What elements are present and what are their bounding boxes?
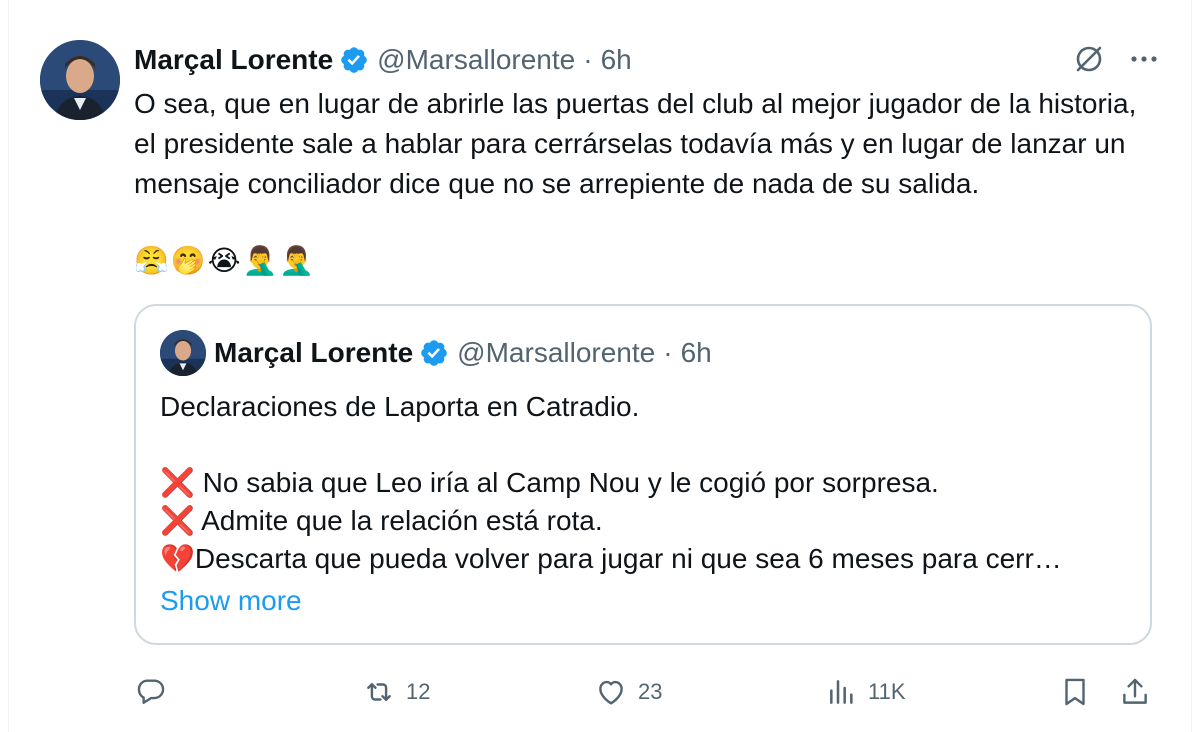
avatar-photo [40,40,120,120]
retweet-button[interactable]: 12 [362,670,430,714]
bookmark-icon [1065,678,1085,706]
quoted-timestamp: 6h [680,337,712,368]
views-button[interactable]: 11K [826,670,906,714]
quoted-author-name: Marçal Lorente [214,337,414,368]
quoted-line-1: Declaraciones de Laporta en Catradio. [160,391,640,422]
quoted-tweet-text: Declaraciones de Laporta en Catradio. ❌ … [160,388,1130,578]
reply-icon [137,679,165,704]
quoted-line-2: ❌ No sabia que Leo iría al Camp Nou y le… [160,467,939,498]
separator-dot: · [583,44,593,75]
author-handle[interactable]: @Marsallorente [377,44,575,76]
quoted-line-3: ❌ Admite que la relación está rota. [160,505,603,536]
bookmark-button[interactable] [1058,670,1092,714]
like-count: 23 [638,679,663,704]
heart-icon [599,680,623,705]
retweet-count: 12 [406,679,431,704]
like-button[interactable]: 23 [594,670,662,714]
author-avatar[interactable] [40,40,120,120]
views-chart-icon [830,680,853,704]
verified-badge-icon [339,45,369,75]
tweet-action-bar: 12 23 11K [0,670,1184,714]
quoted-line-4: 💔Descarta que pueda volver para jugar ni… [160,543,1062,574]
slash-circle-icon[interactable] [1072,42,1106,76]
views-count: 11K [868,679,906,704]
quoted-author-handle: @Marsallorente [457,337,656,368]
more-dots-icon[interactable] [1128,42,1160,76]
quoted-tweet-header: Marçal Lorente @Marsallorente · 6h [214,333,712,373]
quoted-blank-line [160,426,1130,464]
tweet-header: Marçal Lorente @Marsallorente · 6h [134,40,632,80]
tweet-text: O sea, que en lugar de abrirle las puert… [134,88,1145,199]
tweet-top-actions [1072,42,1160,76]
reply-button[interactable] [134,670,178,714]
quoted-verified-badge-icon [419,338,449,368]
quoted-avatar-photo [160,330,206,376]
quoted-separator-dot: · [663,337,673,368]
retweet-icon [367,683,391,701]
share-icon [1123,678,1147,704]
quoted-author-avatar[interactable] [160,330,206,376]
tweet-emojis: 😤🤭😭🤦‍♂️🤦‍♂️ [134,245,317,276]
show-more-link[interactable]: Show more [160,582,302,620]
timestamp[interactable]: 6h [601,44,632,76]
author-name[interactable]: Marçal Lorente [134,44,333,76]
share-button[interactable] [1118,670,1152,714]
